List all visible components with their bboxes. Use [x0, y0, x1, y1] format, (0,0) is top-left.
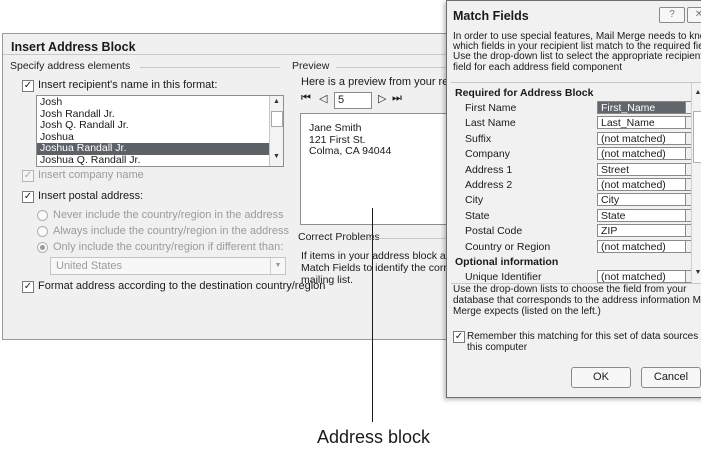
insert-company-label: Insert company name: [38, 169, 144, 181]
footer-line: database that corresponds to the address…: [453, 294, 701, 306]
field-mapping-row: CityCity▼: [451, 193, 701, 208]
field-mapping-row: StateState▼: [451, 208, 701, 224]
fields-scroll-up-icon[interactable]: ▲: [692, 89, 701, 96]
help-button[interactable]: ?: [659, 7, 685, 23]
field-mapping-row: Address 1Street▼: [451, 162, 701, 178]
record-number-value: 5: [338, 94, 345, 106]
required-header: Required for Address Block: [455, 87, 594, 99]
close-button[interactable]: ✕: [687, 7, 701, 23]
callout-line: [372, 208, 373, 422]
correct-problems-line: Match Fields to identify the correct: [301, 262, 461, 274]
field-name: State: [465, 209, 490, 222]
address-preview-box: Jane Smith 121 First St. Colma, CA 94044: [300, 113, 450, 225]
insert-company-checkbox[interactable]: ✓: [22, 170, 34, 182]
list-item[interactable]: Joshua Q. Randall Jr.: [37, 154, 269, 167]
fields-scrollbar[interactable]: ▲ ▼: [691, 83, 701, 283]
insert-postal-label: Insert postal address:: [38, 190, 144, 202]
footer-line: Merge expects (listed on the left.): [453, 305, 601, 317]
remember-line: this computer: [467, 342, 528, 353]
dialog-title: Insert Address Block: [11, 40, 136, 54]
ok-button[interactable]: OK: [571, 367, 631, 388]
country-select[interactable]: United States ▼: [50, 257, 286, 275]
match-fields-dialog: Match Fields ? ✕ In order to use special…: [446, 0, 701, 398]
field-mapping-row: Country or Region(not matched)▼: [451, 239, 701, 255]
cancel-button[interactable]: Cancel: [641, 367, 701, 388]
scroll-up-icon[interactable]: ▲: [270, 98, 283, 105]
address-line: Jane Smith: [309, 122, 362, 134]
field-name: Unique Identifier: [465, 271, 542, 283]
field-name: Suffix: [465, 132, 492, 145]
correct-problems-text: If items in your address block are r Matc…: [301, 250, 461, 286]
callout-label: Address block: [317, 427, 431, 447]
match-fields-intro: In order to use special features, Mail M…: [453, 31, 701, 73]
radio-never[interactable]: [37, 210, 48, 221]
name-format-list[interactable]: Josh Josh Randall Jr. Josh Q. Randall Jr. J…: [36, 95, 284, 167]
specify-group-label: Specify address elements: [10, 60, 131, 72]
previous-record-icon[interactable]: ◁: [319, 92, 327, 105]
intro-line: field for each address field component: [453, 61, 622, 73]
field-mapping-row: Address 2(not matched)▼: [451, 178, 701, 193]
next-record-icon[interactable]: ▷: [378, 92, 386, 105]
scroll-down-icon[interactable]: ▼: [270, 153, 283, 160]
fields-scroll-thumb[interactable]: [693, 111, 701, 163]
format-address-label: Format address according to the destinat…: [38, 280, 326, 292]
help-icon: ?: [669, 9, 675, 20]
scroll-thumb[interactable]: [271, 111, 283, 127]
first-record-icon[interactable]: ⏮: [301, 92, 311, 105]
field-mapping-row: Last NameLast_Name▼: [451, 116, 701, 131]
record-number-input[interactable]: 5: [334, 92, 372, 109]
field-mapping-row: Suffix(not matched)▼: [451, 131, 701, 147]
radio-only-label: Only include the country/region if diffe…: [53, 241, 284, 253]
radio-never-label: Never include the country/region in the …: [53, 209, 284, 221]
radio-always[interactable]: [37, 226, 48, 237]
field-name: Postal Code: [465, 225, 523, 238]
remember-line: Remember this matching for this set of d…: [467, 331, 701, 342]
remember-checkbox[interactable]: ✓: [453, 331, 465, 343]
field-name: Address 1: [465, 163, 513, 176]
field-mapping-row: Postal CodeZIP▼: [451, 224, 701, 239]
last-record-icon[interactable]: ⏭: [392, 92, 402, 105]
close-icon: ✕: [694, 9, 701, 20]
format-address-checkbox[interactable]: ✓: [22, 281, 34, 293]
correct-problems-label: Correct Problems: [298, 231, 380, 243]
match-fields-scroll-area: Required for Address Block First Name Fir…: [451, 82, 701, 284]
remember-label: Remember this matching for this set of d…: [467, 331, 701, 353]
country-value: United States: [56, 260, 123, 272]
field-name: First Name: [465, 102, 517, 114]
fields-scroll-down-icon[interactable]: ▼: [692, 269, 701, 276]
match-fields-footer-text: Use the drop-down lists to choose the fi…: [453, 284, 701, 317]
radio-only[interactable]: [37, 242, 48, 253]
field-mapping-row: Company(not matched)▼: [451, 147, 701, 162]
list-item[interactable]: Josh: [37, 96, 269, 109]
field-mapping-row: Unique Identifier(not matched)▼: [451, 270, 701, 283]
correct-problems-line: mailing list.: [301, 274, 353, 286]
insert-postal-checkbox[interactable]: ✓: [22, 191, 34, 203]
optional-header: Optional information: [455, 256, 559, 268]
correct-problems-line: If items in your address block are r: [301, 250, 462, 262]
field-name: Address 2: [465, 179, 513, 191]
radio-always-label: Always include the country/region in the…: [53, 225, 290, 237]
insert-name-label: Insert recipient's name in this format:: [38, 79, 218, 91]
field-name: Country or Region: [465, 240, 551, 253]
match-fields-title: Match Fields: [453, 9, 529, 23]
chevron-down-icon[interactable]: ▼: [270, 258, 285, 274]
preview-group-label: Preview: [292, 60, 330, 72]
field-mapping-row: First NameFirst_Name▼: [451, 101, 701, 116]
list-scrollbar[interactable]: ▲ ▼: [269, 96, 283, 166]
address-line: Colma, CA 94044: [309, 145, 392, 157]
insert-name-checkbox[interactable]: ✓: [22, 80, 34, 92]
field-name: Last Name: [465, 117, 516, 130]
field-name: City: [465, 194, 484, 207]
field-name: Company: [465, 148, 510, 161]
